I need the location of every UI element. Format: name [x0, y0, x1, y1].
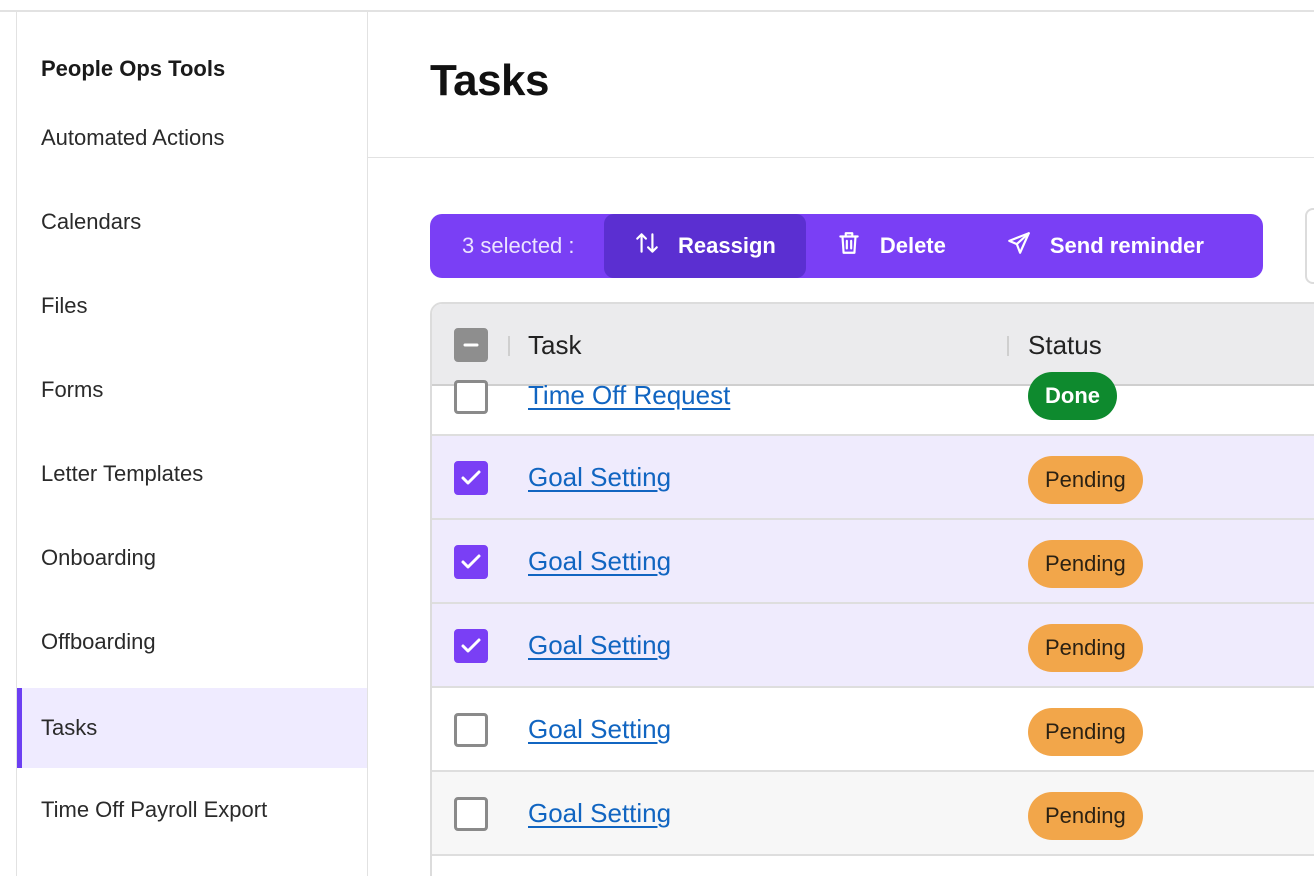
column-header-task[interactable]: Task [528, 330, 581, 361]
task-link[interactable]: Goal Setting [528, 462, 671, 493]
table-header: Task Status [432, 304, 1314, 386]
table-row: Goal Setting Pending [432, 436, 1314, 520]
table-row: Goal Setting Pending [432, 688, 1314, 772]
row-checkbox[interactable] [454, 545, 488, 579]
table-row: Time Off Request Done [432, 372, 1314, 436]
column-divider[interactable] [1007, 336, 1009, 356]
send-reminder-button[interactable]: Send reminder [976, 214, 1234, 278]
top-border [0, 0, 1314, 12]
delete-label: Delete [879, 233, 946, 258]
toolbar-button-partial[interactable] [1305, 208, 1314, 284]
reassign-button[interactable]: Reassign [604, 214, 806, 278]
send-reminder-label: Send reminder [1049, 233, 1204, 258]
column-divider[interactable] [508, 336, 510, 356]
row-checkbox[interactable] [454, 461, 488, 495]
status-badge: Pending [1028, 540, 1143, 588]
status-badge: Pending [1028, 792, 1143, 840]
sidebar-heading: People Ops Tools [41, 56, 226, 81]
selected-count: 3 selected : [462, 233, 575, 258]
column-header-status[interactable]: Status [1028, 330, 1102, 361]
sidebar-item-offboarding[interactable]: Offboarding [17, 602, 367, 682]
task-link[interactable]: Time Off Request [528, 380, 730, 411]
sidebar: People Ops Tools Automated Actions Calen… [16, 12, 368, 876]
tasks-table: Task Status Time Off Request Done Goal S… [430, 302, 1314, 876]
task-link[interactable]: Goal Setting [528, 714, 671, 745]
sidebar-item-files[interactable]: Files [17, 266, 367, 346]
page-title: Tasks [430, 56, 550, 105]
sidebar-item-time-off-payroll-export[interactable]: Time Off Payroll Export [17, 770, 367, 850]
select-all-checkbox[interactable] [454, 328, 488, 362]
paper-plane-icon [1006, 230, 1032, 262]
task-link[interactable]: Goal Setting [528, 798, 671, 829]
bulk-action-bar: 3 selected : Reassign Delete Send remind… [430, 214, 1263, 278]
status-badge: Pending [1028, 456, 1143, 504]
arrows-up-down-icon [634, 230, 660, 262]
sidebar-item-calendars[interactable]: Calendars [17, 182, 367, 262]
sidebar-item-forms[interactable]: Forms [17, 350, 367, 430]
status-badge: Pending [1028, 624, 1143, 672]
sidebar-item-tasks[interactable]: Tasks [17, 688, 367, 768]
row-checkbox[interactable] [454, 713, 488, 747]
task-link[interactable]: Goal Setting [528, 546, 671, 577]
row-checkbox[interactable] [454, 380, 488, 414]
page-header: Tasks [368, 12, 1314, 158]
status-badge: Done [1028, 372, 1117, 420]
row-checkbox[interactable] [454, 629, 488, 663]
table-row: Goal Setting Pending [432, 520, 1314, 604]
trash-icon [836, 230, 862, 262]
status-badge: Pending [1028, 708, 1143, 756]
sidebar-item-letter-templates[interactable]: Letter Templates [17, 434, 367, 514]
task-link[interactable]: Goal Setting [528, 630, 671, 661]
table-row: Goal Setting Pending [432, 772, 1314, 856]
row-checkbox[interactable] [454, 797, 488, 831]
sidebar-item-automated-actions[interactable]: Automated Actions [17, 98, 367, 178]
reassign-label: Reassign [678, 233, 776, 258]
delete-button[interactable]: Delete [806, 214, 976, 278]
table-row: Goal Setting Pending [432, 604, 1314, 688]
sidebar-item-onboarding[interactable]: Onboarding [17, 518, 367, 598]
